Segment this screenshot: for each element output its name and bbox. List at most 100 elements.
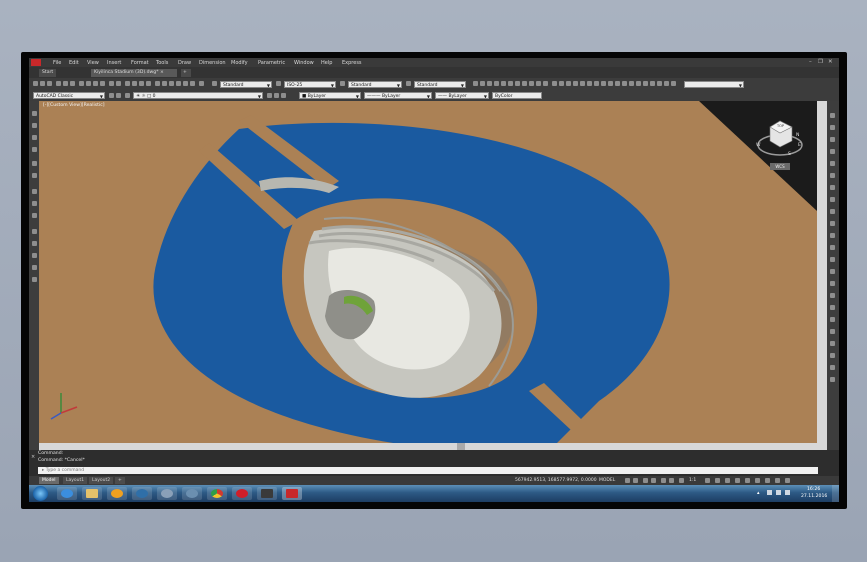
drawing-viewport[interactable]: [-][Custom View][Realistic] TOP N E S W … <box>39 101 817 456</box>
taskbar-app6[interactable] <box>182 487 202 500</box>
named-views-icon[interactable] <box>622 81 627 86</box>
line-tool-icon[interactable] <box>32 111 37 116</box>
viewport-config-icon[interactable] <box>629 81 634 86</box>
clock-time[interactable]: 16:26 <box>807 487 820 492</box>
layer-walk-icon[interactable] <box>636 81 641 86</box>
offset-icon[interactable] <box>830 149 835 154</box>
save-icon[interactable] <box>47 81 52 86</box>
clock-date[interactable]: 27.11.2016 <box>801 494 827 499</box>
flag-icon[interactable] <box>776 490 781 495</box>
model-space-toggle[interactable]: MODEL <box>599 478 615 483</box>
taskbar-ie[interactable] <box>57 487 77 500</box>
menu-parametric[interactable]: Parametric <box>258 60 285 66</box>
tab-model[interactable]: Model <box>39 477 59 484</box>
annotation-scale[interactable]: 1:1 <box>689 478 696 483</box>
tab-layout1[interactable]: Layout1 <box>63 477 88 484</box>
taskbar-app9[interactable] <box>257 487 277 500</box>
taskbar-explorer[interactable] <box>82 487 102 500</box>
center-mark-icon[interactable] <box>830 377 835 382</box>
copy-icon[interactable] <box>86 81 91 86</box>
layer-isolate-icon[interactable] <box>643 81 648 86</box>
rectangle-icon[interactable] <box>32 161 37 166</box>
isolate-objects-icon[interactable] <box>755 478 760 483</box>
layer-select[interactable]: ☀ ☼ □ 0 ▼ <box>133 92 263 99</box>
menu-window[interactable]: Window <box>294 60 314 66</box>
close-icon[interactable]: ✕ <box>828 59 833 65</box>
dim-style-select[interactable]: ISO-25 ▼ <box>284 80 336 88</box>
render-icon[interactable] <box>473 81 478 86</box>
annotation-monitor-icon[interactable] <box>715 478 720 483</box>
taskbar-app4[interactable] <box>132 487 152 500</box>
quick-properties-icon[interactable] <box>735 478 740 483</box>
design-center-icon[interactable] <box>162 81 167 86</box>
trim-icon[interactable] <box>830 221 835 226</box>
zoom-window-icon[interactable] <box>139 81 144 86</box>
revcloud-icon[interactable] <box>32 201 37 206</box>
menu-edit[interactable]: Edit <box>69 60 79 66</box>
linetype-select[interactable]: ——— ByLayer ▼ <box>364 92 432 99</box>
polyline-icon[interactable] <box>32 135 37 140</box>
scroll-thumb[interactable] <box>457 443 465 450</box>
view-top-icon[interactable] <box>508 81 513 86</box>
paste-icon[interactable] <box>93 81 98 86</box>
blank-toolbar-select[interactable]: ▼ <box>684 80 744 88</box>
sun-icon[interactable] <box>601 81 606 86</box>
network-icon[interactable] <box>767 490 772 495</box>
text-style-icon[interactable] <box>212 81 217 86</box>
scale-icon[interactable] <box>830 197 835 202</box>
menu-dimension[interactable]: Dimension <box>199 60 226 66</box>
start-button[interactable] <box>33 486 48 501</box>
zoom-realtime-icon[interactable] <box>132 81 137 86</box>
text-icon[interactable] <box>830 317 835 322</box>
visual-style-icon[interactable] <box>552 81 557 86</box>
tab-drawing[interactable]: Kiyilinca Stadium (3D).dwg* × <box>91 69 177 77</box>
taskbar-opera[interactable] <box>232 487 252 500</box>
taskbar-media[interactable] <box>107 487 127 500</box>
viewcube-top-label[interactable]: TOP <box>777 124 784 128</box>
polar-icon[interactable] <box>651 478 656 483</box>
rotate-icon[interactable] <box>830 185 835 190</box>
make-block-icon[interactable] <box>32 253 37 258</box>
view-front-icon[interactable] <box>480 81 485 86</box>
layer-off-icon[interactable] <box>657 81 662 86</box>
mleader-style-icon[interactable] <box>406 81 411 86</box>
ucs-icon[interactable] <box>615 81 620 86</box>
tab-start[interactable]: Start <box>39 69 57 77</box>
publish-icon[interactable] <box>70 81 75 86</box>
iso-nw-icon[interactable] <box>543 81 548 86</box>
osnap-icon[interactable] <box>661 478 666 483</box>
restore-icon[interactable]: ❐ <box>818 59 823 65</box>
construction-line-icon[interactable] <box>32 123 37 128</box>
viewcube-east[interactable]: E <box>798 143 801 148</box>
join-icon[interactable] <box>830 257 835 262</box>
undo-icon[interactable] <box>109 81 114 86</box>
layer-isolate-2-icon[interactable] <box>281 93 286 98</box>
ellipse-icon[interactable] <box>32 229 37 234</box>
hatch-edit-icon[interactable] <box>830 305 835 310</box>
mirror-icon[interactable] <box>830 137 835 142</box>
wcs-menu[interactable]: WCS <box>770 163 790 170</box>
new-tab-button[interactable]: + <box>181 69 191 77</box>
menu-format[interactable]: Format <box>131 60 149 66</box>
command-input[interactable]: ▸ Type a command <box>38 467 818 474</box>
horizontal-scrollbar[interactable] <box>39 443 817 450</box>
quickcalc-icon[interactable] <box>190 81 195 86</box>
menu-view[interactable]: View <box>87 60 99 66</box>
command-close-icon[interactable]: × <box>31 454 35 460</box>
walk-icon[interactable] <box>566 81 571 86</box>
circle-icon[interactable] <box>32 189 37 194</box>
menu-file[interactable]: File <box>53 60 61 66</box>
move-icon[interactable] <box>830 173 835 178</box>
arc-icon[interactable] <box>32 173 37 178</box>
viewcube[interactable]: TOP N E S W WCS <box>752 105 808 175</box>
menu-express[interactable]: Express <box>342 60 362 66</box>
grid-icon[interactable] <box>625 478 630 483</box>
view-back-icon[interactable] <box>487 81 492 86</box>
properties-icon[interactable] <box>155 81 160 86</box>
fillet-icon[interactable] <box>830 281 835 286</box>
camera-icon[interactable] <box>580 81 585 86</box>
mleader-style-select[interactable]: Standard ▼ <box>414 80 466 88</box>
extend-icon[interactable] <box>830 233 835 238</box>
dimension-icon[interactable] <box>830 341 835 346</box>
leader-icon[interactable] <box>830 353 835 358</box>
